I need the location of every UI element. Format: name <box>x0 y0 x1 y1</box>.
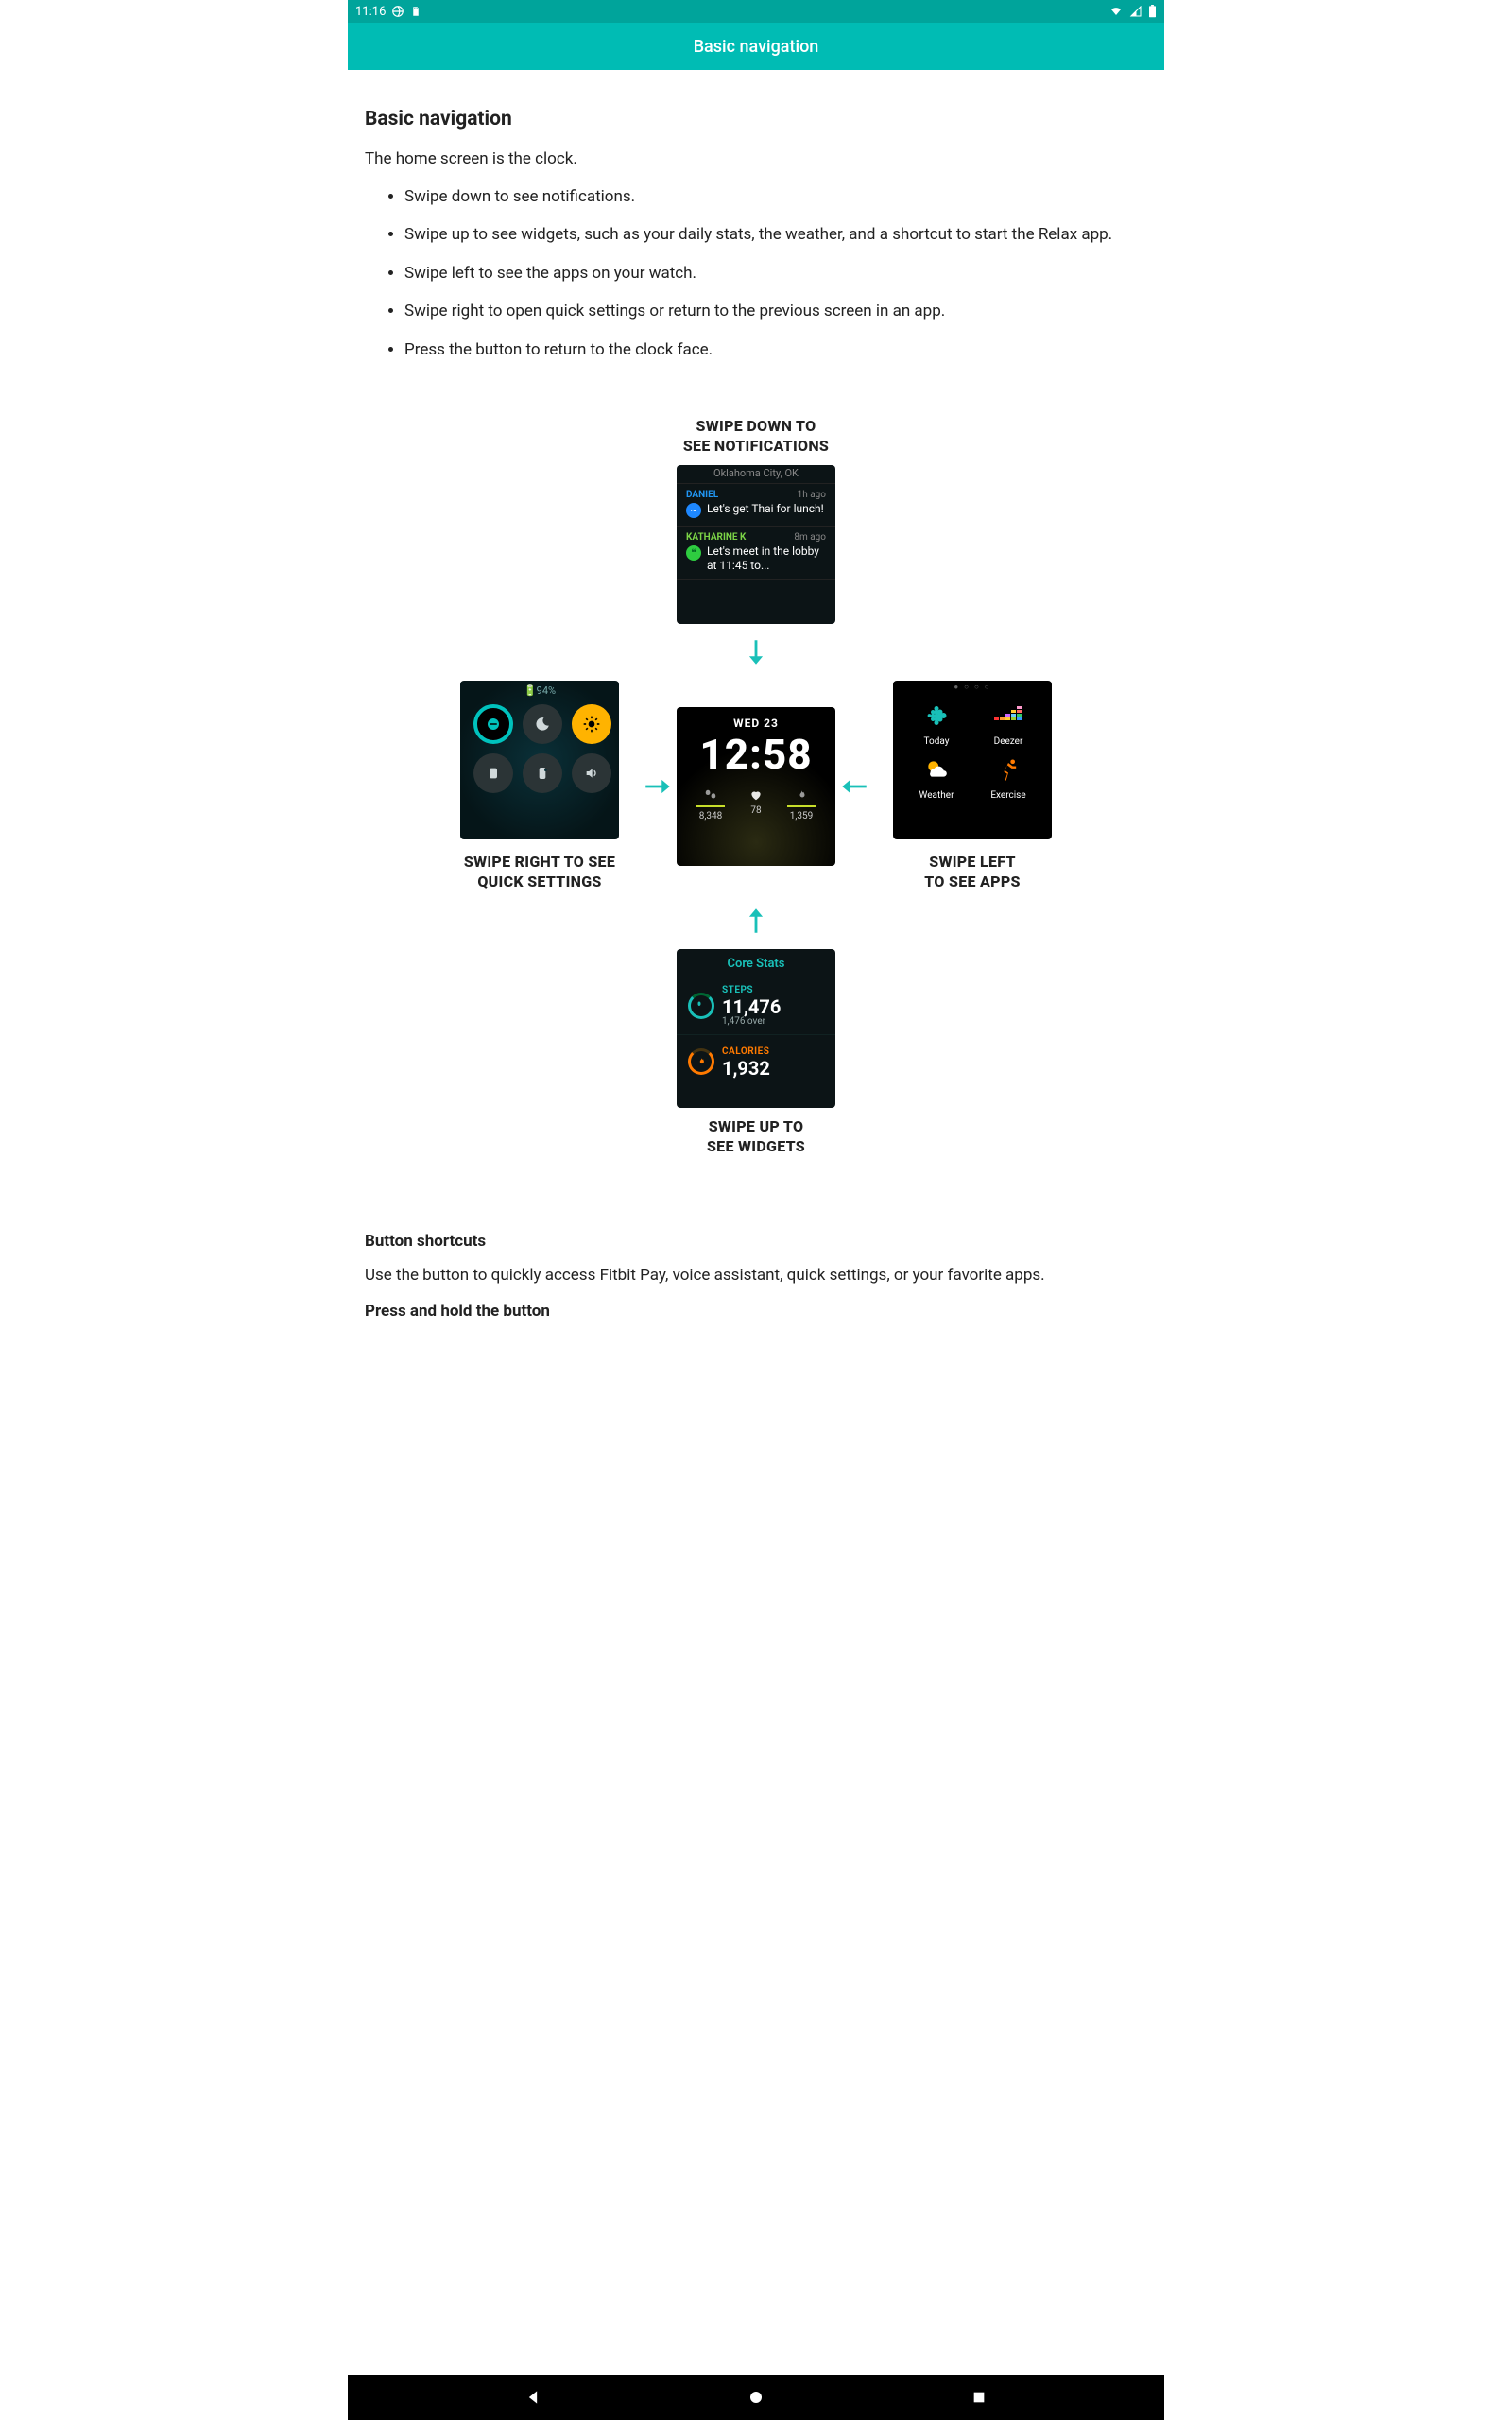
notification-item: KATHARINE K 8m ago ❝ Let's meet in the l… <box>677 527 835 580</box>
notif-text: Let's meet in the lobby at 11:45 to... <box>707 544 826 572</box>
android-nav-bar <box>348 2375 1164 2420</box>
app-bar: Basic navigation <box>348 23 1164 70</box>
battery-label: 🔋94% <box>460 681 619 699</box>
watch-notifications: Oklahoma City, OK DANIEL 1h ago ~ Let's … <box>677 465 835 624</box>
always-on-icon <box>473 753 513 793</box>
notification-item: DANIEL 1h ago ~ Let's get Thai for lunch… <box>677 484 835 527</box>
wifi-icon <box>1108 6 1124 17</box>
list-item: Swipe left to see the apps on your watch… <box>404 262 1147 285</box>
diagram-left-column: 🔋94% SWIPE RIGHT TO SEE QUICK SETTINGS <box>440 681 639 892</box>
diagram-label-right: SWIPE LEFT TO SEE APPS <box>924 853 1020 892</box>
page-content: Basic navigation The home screen is the … <box>348 70 1164 1372</box>
watch-widgets: Core Stats STEPS 11,476 1,476 over CALOR… <box>677 949 835 1108</box>
statusbar-time: 11:16 <box>355 5 386 19</box>
section2-intro: Use the button to quickly access Fitbit … <box>365 1264 1147 1288</box>
weather-icon <box>919 752 954 786</box>
notif-sender: DANIEL <box>686 490 718 500</box>
brightness-icon <box>572 704 611 744</box>
swipe-instructions-list: Swipe down to see notifications. Swipe u… <box>365 185 1147 362</box>
sdcard-icon <box>410 5 421 18</box>
battery-icon <box>1148 5 1157 18</box>
calories-stat: 1,359 <box>787 788 816 821</box>
nav-back-button[interactable] <box>495 2375 571 2420</box>
list-item: Press the button to return to the clock … <box>404 338 1147 362</box>
calories-value: 1,932 <box>722 1059 770 1078</box>
nav-home-button[interactable] <box>718 2375 794 2420</box>
chat-icon: ❝ <box>686 545 701 561</box>
signal-icon <box>1129 6 1143 17</box>
list-item: Swipe down to see notifications. <box>404 185 1147 209</box>
nav-recents-button[interactable] <box>941 2375 1017 2420</box>
volume-icon <box>572 753 611 793</box>
exercise-icon <box>991 752 1025 786</box>
notif-time: 8m ago <box>794 532 826 543</box>
notif-time: 1h ago <box>798 490 826 500</box>
navigation-diagram: SWIPE DOWN TO SEE NOTIFICATIONS Oklahoma… <box>365 417 1147 1157</box>
section-heading: Basic navigation <box>365 108 1147 130</box>
steps-stat: 8,348 <box>696 788 725 821</box>
clock-date: WED 23 <box>677 707 835 730</box>
watch-clock-face: WED 23 12:58 8,348 78 1,359 <box>677 707 835 866</box>
notif-location: Oklahoma City, OK <box>677 465 835 484</box>
browser-icon <box>391 5 404 18</box>
arrow-left-icon <box>835 770 873 803</box>
widget-title: Core Stats <box>677 949 835 977</box>
status-bar: 11:16 <box>348 0 1164 23</box>
arrow-up-icon <box>737 902 775 940</box>
sleep-icon <box>523 704 562 744</box>
notif-text: Let's get Thai for lunch! <box>707 502 824 515</box>
watch-apps: ● ○ ○ ○ Today Deezer <box>893 681 1052 839</box>
widget-calories-row: CALORIES 1,932 <box>677 1039 835 1081</box>
steps-ring-icon <box>688 993 714 1019</box>
fitbit-icon <box>919 699 954 733</box>
steps-value: 11,476 <box>722 997 781 1016</box>
app-weather: Weather <box>902 752 971 801</box>
diagram-middle-row: 🔋94% SWIPE RIGHT TO SEE QUICK SETTINGS <box>440 681 1072 892</box>
app-today: Today <box>902 699 971 747</box>
list-item: Swipe up to see widgets, such as your da… <box>404 223 1147 247</box>
diagram-label-bottom: SWIPE UP TO SEE WIDGETS <box>707 1117 805 1157</box>
app-exercise: Exercise <box>974 752 1042 801</box>
arrow-right-icon <box>639 770 677 803</box>
notif-sender: KATHARINE K <box>686 532 746 543</box>
intro-paragraph: The home screen is the clock. <box>365 147 1147 172</box>
list-item: Swipe right to open quick settings or re… <box>404 300 1147 323</box>
calories-ring-icon <box>688 1048 714 1075</box>
diagram-label-top: SWIPE DOWN TO SEE NOTIFICATIONS <box>683 417 829 457</box>
widget-steps-row: STEPS 11,476 1,476 over <box>677 977 835 1030</box>
clock-time: 12:58 <box>677 734 835 775</box>
diagram-right-column: ● ○ ○ ○ Today Deezer <box>873 681 1072 892</box>
app-deezer: Deezer <box>974 699 1042 747</box>
section-subheading: Press and hold the button <box>365 1302 1147 1321</box>
dnd-icon <box>473 704 513 744</box>
watch-quick-settings: 🔋94% <box>460 681 619 839</box>
diagram-label-left: SWIPE RIGHT TO SEE QUICK SETTINGS <box>464 853 615 892</box>
screen-wake-icon <box>523 753 562 793</box>
appbar-title: Basic navigation <box>694 37 819 57</box>
heart-stat: 78 <box>749 788 763 821</box>
section-heading: Button shortcuts <box>365 1232 1147 1251</box>
messenger-icon: ~ <box>686 503 701 518</box>
arrow-down-icon <box>737 633 775 671</box>
page-dots: ● ○ ○ ○ <box>893 681 1052 693</box>
deezer-icon <box>991 699 1025 733</box>
